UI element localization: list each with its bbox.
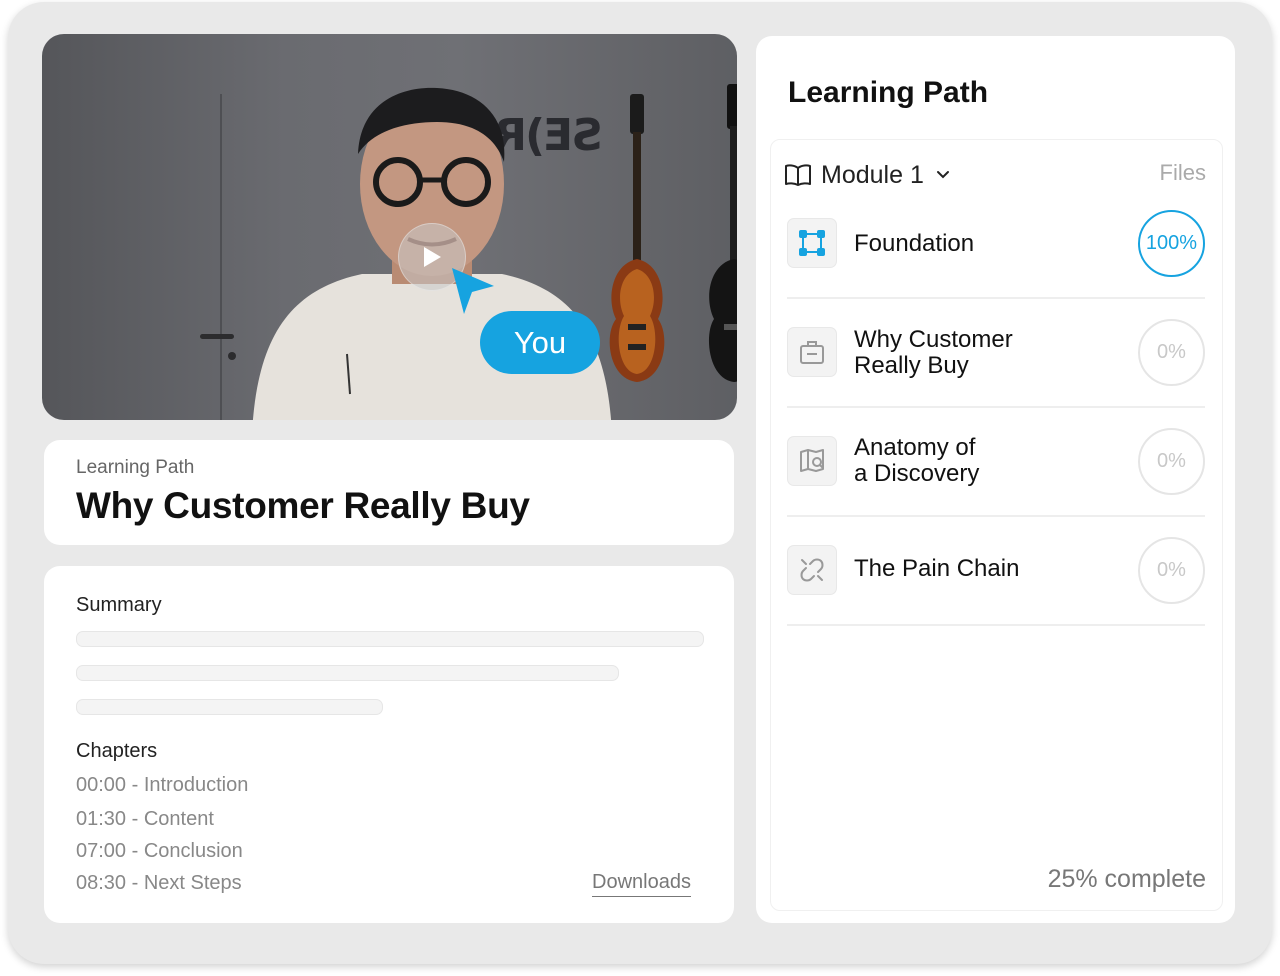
files-link[interactable]: Files	[1160, 160, 1206, 186]
summary-heading: Summary	[76, 594, 162, 616]
lesson-title: Why Customer Really Buy	[854, 327, 1013, 379]
module-container: Module 1 Files Foundation 100% Why Custo…	[770, 139, 1223, 911]
chapter-link[interactable]: 01:30 - Content	[76, 808, 214, 831]
lesson-icon-box	[787, 544, 837, 595]
lesson-title: The Pain Chain	[854, 555, 1020, 582]
lesson-item-foundation[interactable]: Foundation 100%	[787, 188, 1205, 299]
lesson-item-anatomy-of-a-discovery[interactable]: Anatomy of a Discovery 0%	[787, 406, 1205, 517]
lesson-progress-badge: 100%	[1138, 209, 1205, 277]
broken-link-icon	[800, 558, 824, 581]
chapter-link[interactable]: 00:00 - Introduction	[76, 774, 248, 797]
you-label: You	[480, 311, 600, 374]
lesson-item-the-pain-chain[interactable]: The Pain Chain 0%	[787, 515, 1205, 626]
play-icon	[424, 247, 441, 267]
guitar-right	[708, 84, 737, 382]
chapter-link[interactable]: 08:30 - Next Steps	[76, 872, 242, 895]
video-player[interactable]: SE)ROS You	[42, 34, 737, 420]
chevron-down-icon	[936, 171, 949, 179]
completion-status: 25% complete	[1047, 865, 1206, 893]
door-edge	[220, 94, 222, 420]
panel-title: Learning Path	[788, 76, 989, 109]
cursor-pointer-icon	[452, 268, 494, 314]
lesson-icon-box	[787, 217, 837, 268]
lesson-title-line: Really Buy	[854, 352, 969, 379]
lesson-title-line: a Discovery	[854, 460, 980, 487]
summary-placeholder-line	[76, 631, 704, 647]
briefcase-icon	[800, 340, 824, 364]
lesson-icon-box	[787, 326, 837, 377]
lesson-icon-box	[787, 435, 837, 486]
module-label: Module 1	[821, 160, 924, 189]
learning-path-panel: Learning Path Module 1 Files Foundation …	[756, 36, 1235, 923]
lesson-item-why-customer-really-buy[interactable]: Why Customer Really Buy 0%	[787, 297, 1205, 408]
lesson-title-line: Why Customer	[854, 326, 1013, 353]
lesson-progress-badge: 0%	[1138, 318, 1205, 386]
door-handle	[200, 334, 234, 339]
map-search-icon	[800, 448, 824, 472]
page-title: Why Customer Really Buy	[76, 485, 530, 526]
summary-card: Summary Chapters 00:00 - Introduction 01…	[44, 566, 734, 923]
lesson-progress-badge: 0%	[1138, 536, 1205, 604]
book-open-icon	[785, 164, 811, 186]
chapter-link[interactable]: 07:00 - Conclusion	[76, 840, 243, 863]
lesson-title: Foundation	[854, 230, 975, 257]
chapters-heading: Chapters	[76, 740, 158, 762]
summary-placeholder-line	[76, 665, 619, 681]
lesson-title-line: Anatomy of	[854, 434, 976, 461]
bounding-box-icon	[799, 229, 825, 256]
module-selector[interactable]: Module 1	[785, 158, 950, 192]
lesson-title: Anatomy of a Discovery	[854, 435, 979, 487]
summary-placeholder-line	[76, 699, 383, 715]
lesson-title-card: Learning Path Why Customer Really Buy	[44, 440, 734, 545]
lesson-progress-badge: 0%	[1138, 427, 1205, 495]
downloads-link[interactable]: Downloads	[592, 871, 691, 897]
breadcrumb: Learning Path	[76, 457, 195, 478]
